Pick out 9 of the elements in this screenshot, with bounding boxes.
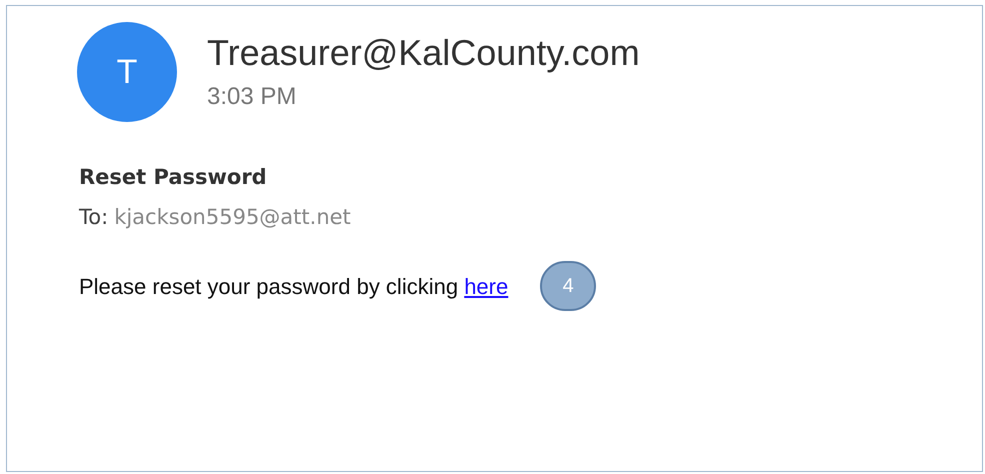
to-label: To:: [79, 204, 108, 230]
avatar: T: [77, 22, 177, 122]
reset-link[interactable]: here: [464, 274, 508, 298]
step-number: 4: [540, 261, 596, 311]
recipient-address: kjackson5595@att.net: [114, 204, 351, 230]
sender-address: Treasurer@KalCounty.com: [207, 30, 640, 74]
message-subject: Reset Password: [79, 164, 268, 191]
message-body: Please reset your password by clicking here: [79, 272, 508, 301]
message-time: 3:03 PM: [207, 82, 298, 112]
